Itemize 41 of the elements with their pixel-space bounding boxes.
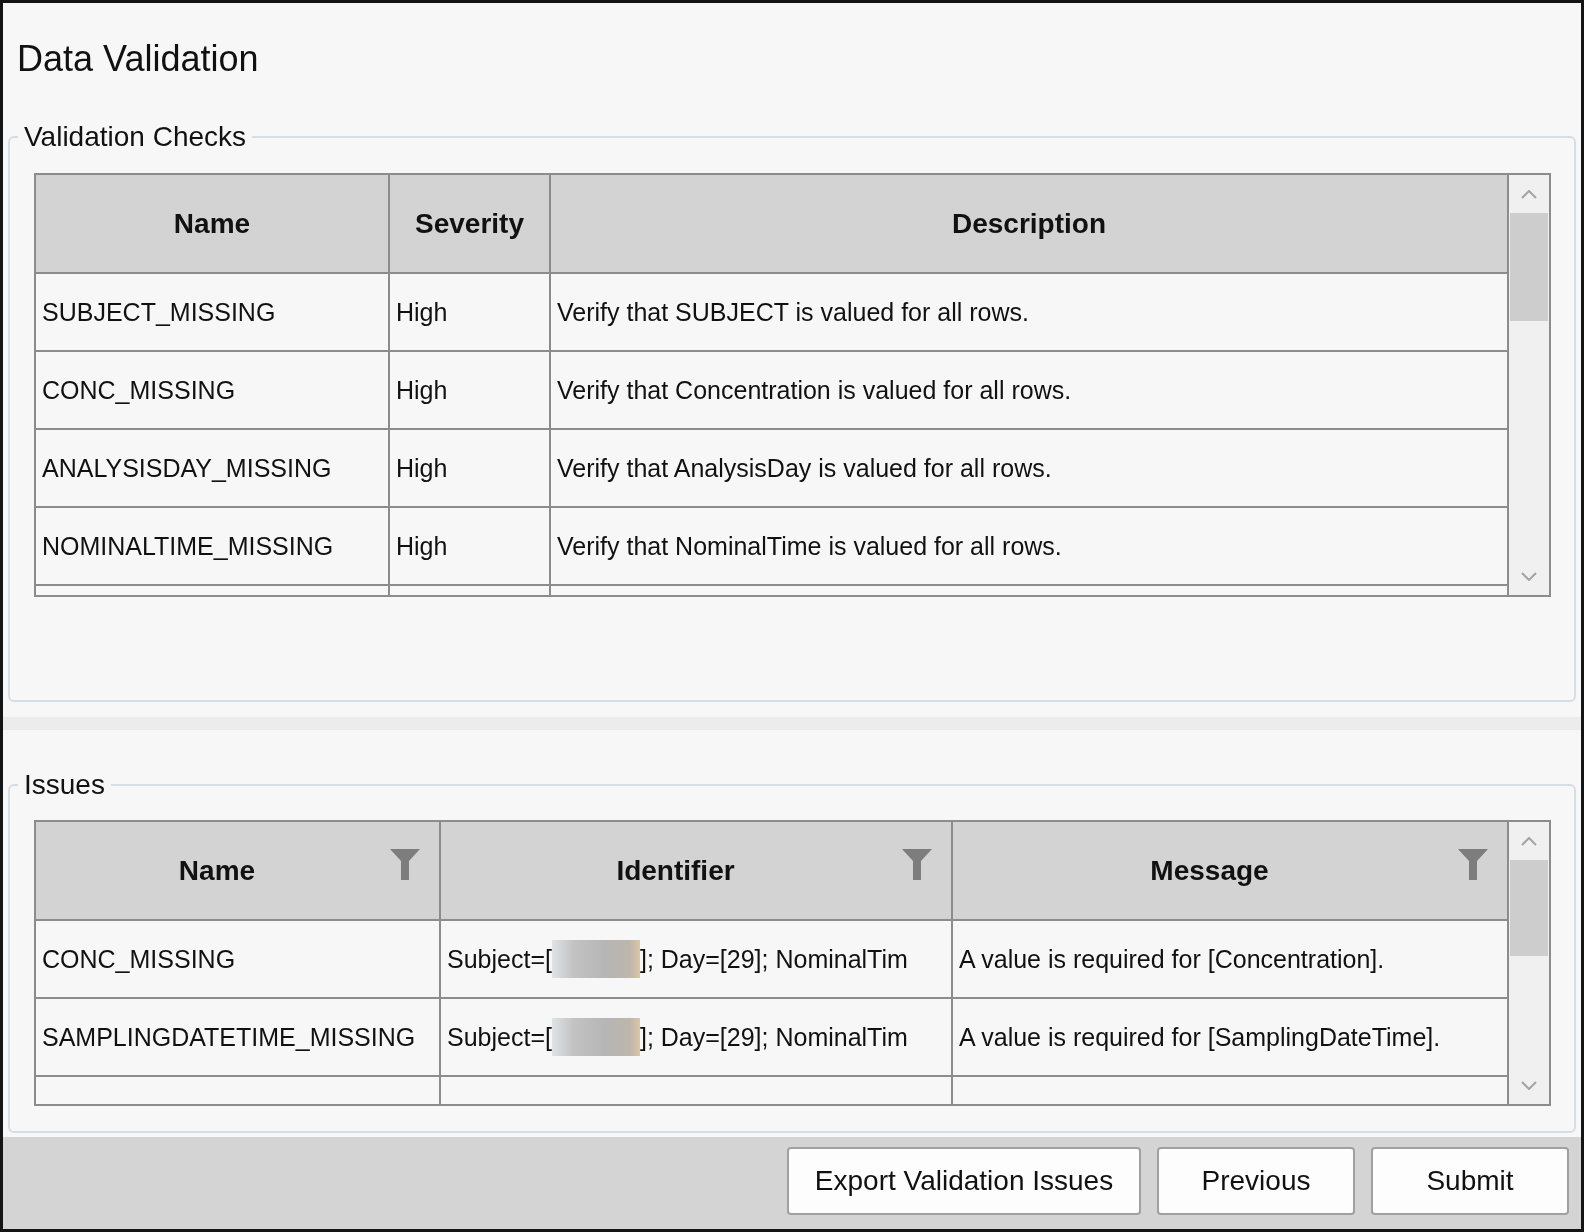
identifier-text: ]; Day=[29]; NominalTim bbox=[639, 944, 908, 974]
table-cell: Verify that Concentration is valued for all rows. bbox=[551, 352, 1507, 430]
group-title: Issues bbox=[23, 769, 106, 801]
filter-icon[interactable] bbox=[902, 849, 932, 880]
identifier-text: Subject=[ bbox=[447, 944, 552, 974]
table-cell: NOMINALTIME_MISSING bbox=[36, 508, 390, 586]
column-header[interactable]: Severity bbox=[390, 175, 551, 274]
group-title: Validation Checks bbox=[23, 121, 248, 153]
submit-button[interactable]: Submit bbox=[1371, 1147, 1569, 1215]
chevron-up-icon[interactable] bbox=[1521, 836, 1537, 846]
scrollbar[interactable] bbox=[1507, 822, 1549, 1104]
table-cell: SAMPLINGDATETIME_MISSING bbox=[36, 999, 441, 1077]
column-header[interactable]: Message bbox=[953, 822, 1507, 921]
chevron-down-icon[interactable] bbox=[1521, 571, 1537, 581]
table-cell: CONC_MISSING bbox=[36, 921, 441, 999]
identifier-text: Subject=[ bbox=[447, 1022, 552, 1052]
previous-button[interactable]: Previous bbox=[1157, 1147, 1355, 1215]
column-header[interactable]: Identifier bbox=[441, 822, 953, 921]
filter-icon[interactable] bbox=[1458, 849, 1488, 880]
chevron-up-icon[interactable] bbox=[1521, 189, 1537, 199]
scrollbar[interactable] bbox=[1507, 175, 1549, 595]
table-cell: Verify that SUBJECT is valued for all rows. bbox=[551, 274, 1507, 352]
table-cell: SUBJECT_MISSING bbox=[36, 274, 390, 352]
table-cell: High bbox=[390, 274, 551, 352]
column-header[interactable]: Name bbox=[36, 822, 441, 921]
identifier-text: ]; Day=[29]; NominalTim bbox=[639, 1022, 908, 1052]
table-cell: High bbox=[390, 352, 551, 430]
table-cell: High bbox=[390, 508, 551, 586]
chevron-down-icon[interactable] bbox=[1521, 1080, 1537, 1090]
column-header[interactable]: Name bbox=[36, 175, 390, 274]
column-header[interactable]: Description bbox=[551, 175, 1507, 274]
page-title: Data Validation bbox=[17, 37, 259, 81]
table-cell: Verify that AnalysisDay is valued for all rows. bbox=[551, 430, 1507, 508]
table-cell: High bbox=[390, 430, 551, 508]
table-cell: Verify that NominalTime is valued for all rows. bbox=[551, 508, 1507, 586]
scrollbar-thumb[interactable] bbox=[1510, 213, 1548, 321]
export-button[interactable]: Export Validation Issues bbox=[787, 1147, 1141, 1215]
scrollbar-thumb[interactable] bbox=[1510, 860, 1548, 956]
table-cell: CONC_MISSING bbox=[36, 352, 390, 430]
filter-icon[interactable] bbox=[390, 849, 420, 880]
table-cell: ANALYSISDAY_MISSING bbox=[36, 430, 390, 508]
